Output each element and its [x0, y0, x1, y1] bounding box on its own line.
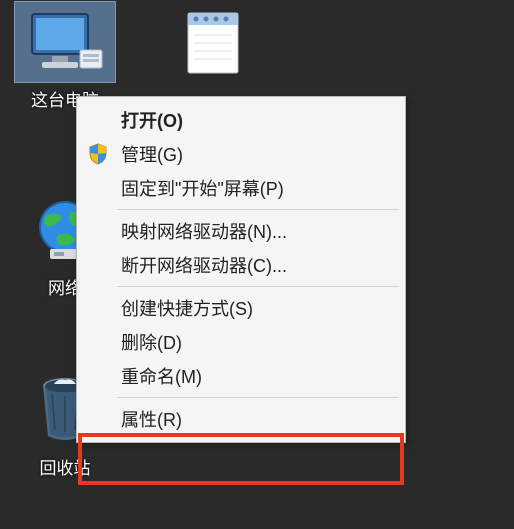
menu-item-label: 断开网络驱动器(C)...	[121, 252, 287, 278]
menu-separator	[117, 286, 399, 287]
menu-item-label: 删除(D)	[121, 329, 182, 355]
desktop: 这台电脑	[0, 0, 514, 529]
menu-item-properties[interactable]: 属性(R)	[77, 402, 405, 436]
menu-item-label: 重命名(M)	[121, 363, 202, 389]
menu-item-label: 打开(O)	[121, 107, 183, 133]
desktop-icon-label: 回收站	[10, 454, 120, 479]
shield-icon	[87, 143, 109, 165]
menu-item-disconnect-drive[interactable]: 断开网络驱动器(C)...	[77, 248, 405, 282]
menu-item-manage[interactable]: 管理(G)	[77, 137, 405, 171]
menu-item-label: 属性(R)	[121, 406, 182, 432]
menu-item-label: 固定到"开始"屏幕(P)	[121, 175, 284, 201]
menu-item-delete[interactable]: 删除(D)	[77, 325, 405, 359]
computer-icon	[15, 2, 115, 82]
menu-item-create-shortcut[interactable]: 创建快捷方式(S)	[77, 291, 405, 325]
menu-item-map-drive[interactable]: 映射网络驱动器(N)...	[77, 214, 405, 248]
menu-separator	[117, 397, 399, 398]
desktop-icon-this-pc[interactable]: 这台电脑	[10, 2, 120, 111]
desktop-icon-textfile[interactable]	[158, 2, 268, 86]
context-menu: 打开(O) 管理(G) 固定到"开始"屏幕(P) 映射网络驱动器(N)... 断…	[76, 96, 406, 443]
menu-separator	[117, 209, 399, 210]
menu-item-pin-start[interactable]: 固定到"开始"屏幕(P)	[77, 171, 405, 205]
menu-item-label: 管理(G)	[121, 141, 183, 167]
menu-item-label: 映射网络驱动器(N)...	[121, 218, 287, 244]
menu-item-label: 创建快捷方式(S)	[121, 295, 253, 321]
menu-item-rename[interactable]: 重命名(M)	[77, 359, 405, 393]
menu-item-open[interactable]: 打开(O)	[77, 103, 405, 137]
notepad-icon	[163, 2, 263, 82]
